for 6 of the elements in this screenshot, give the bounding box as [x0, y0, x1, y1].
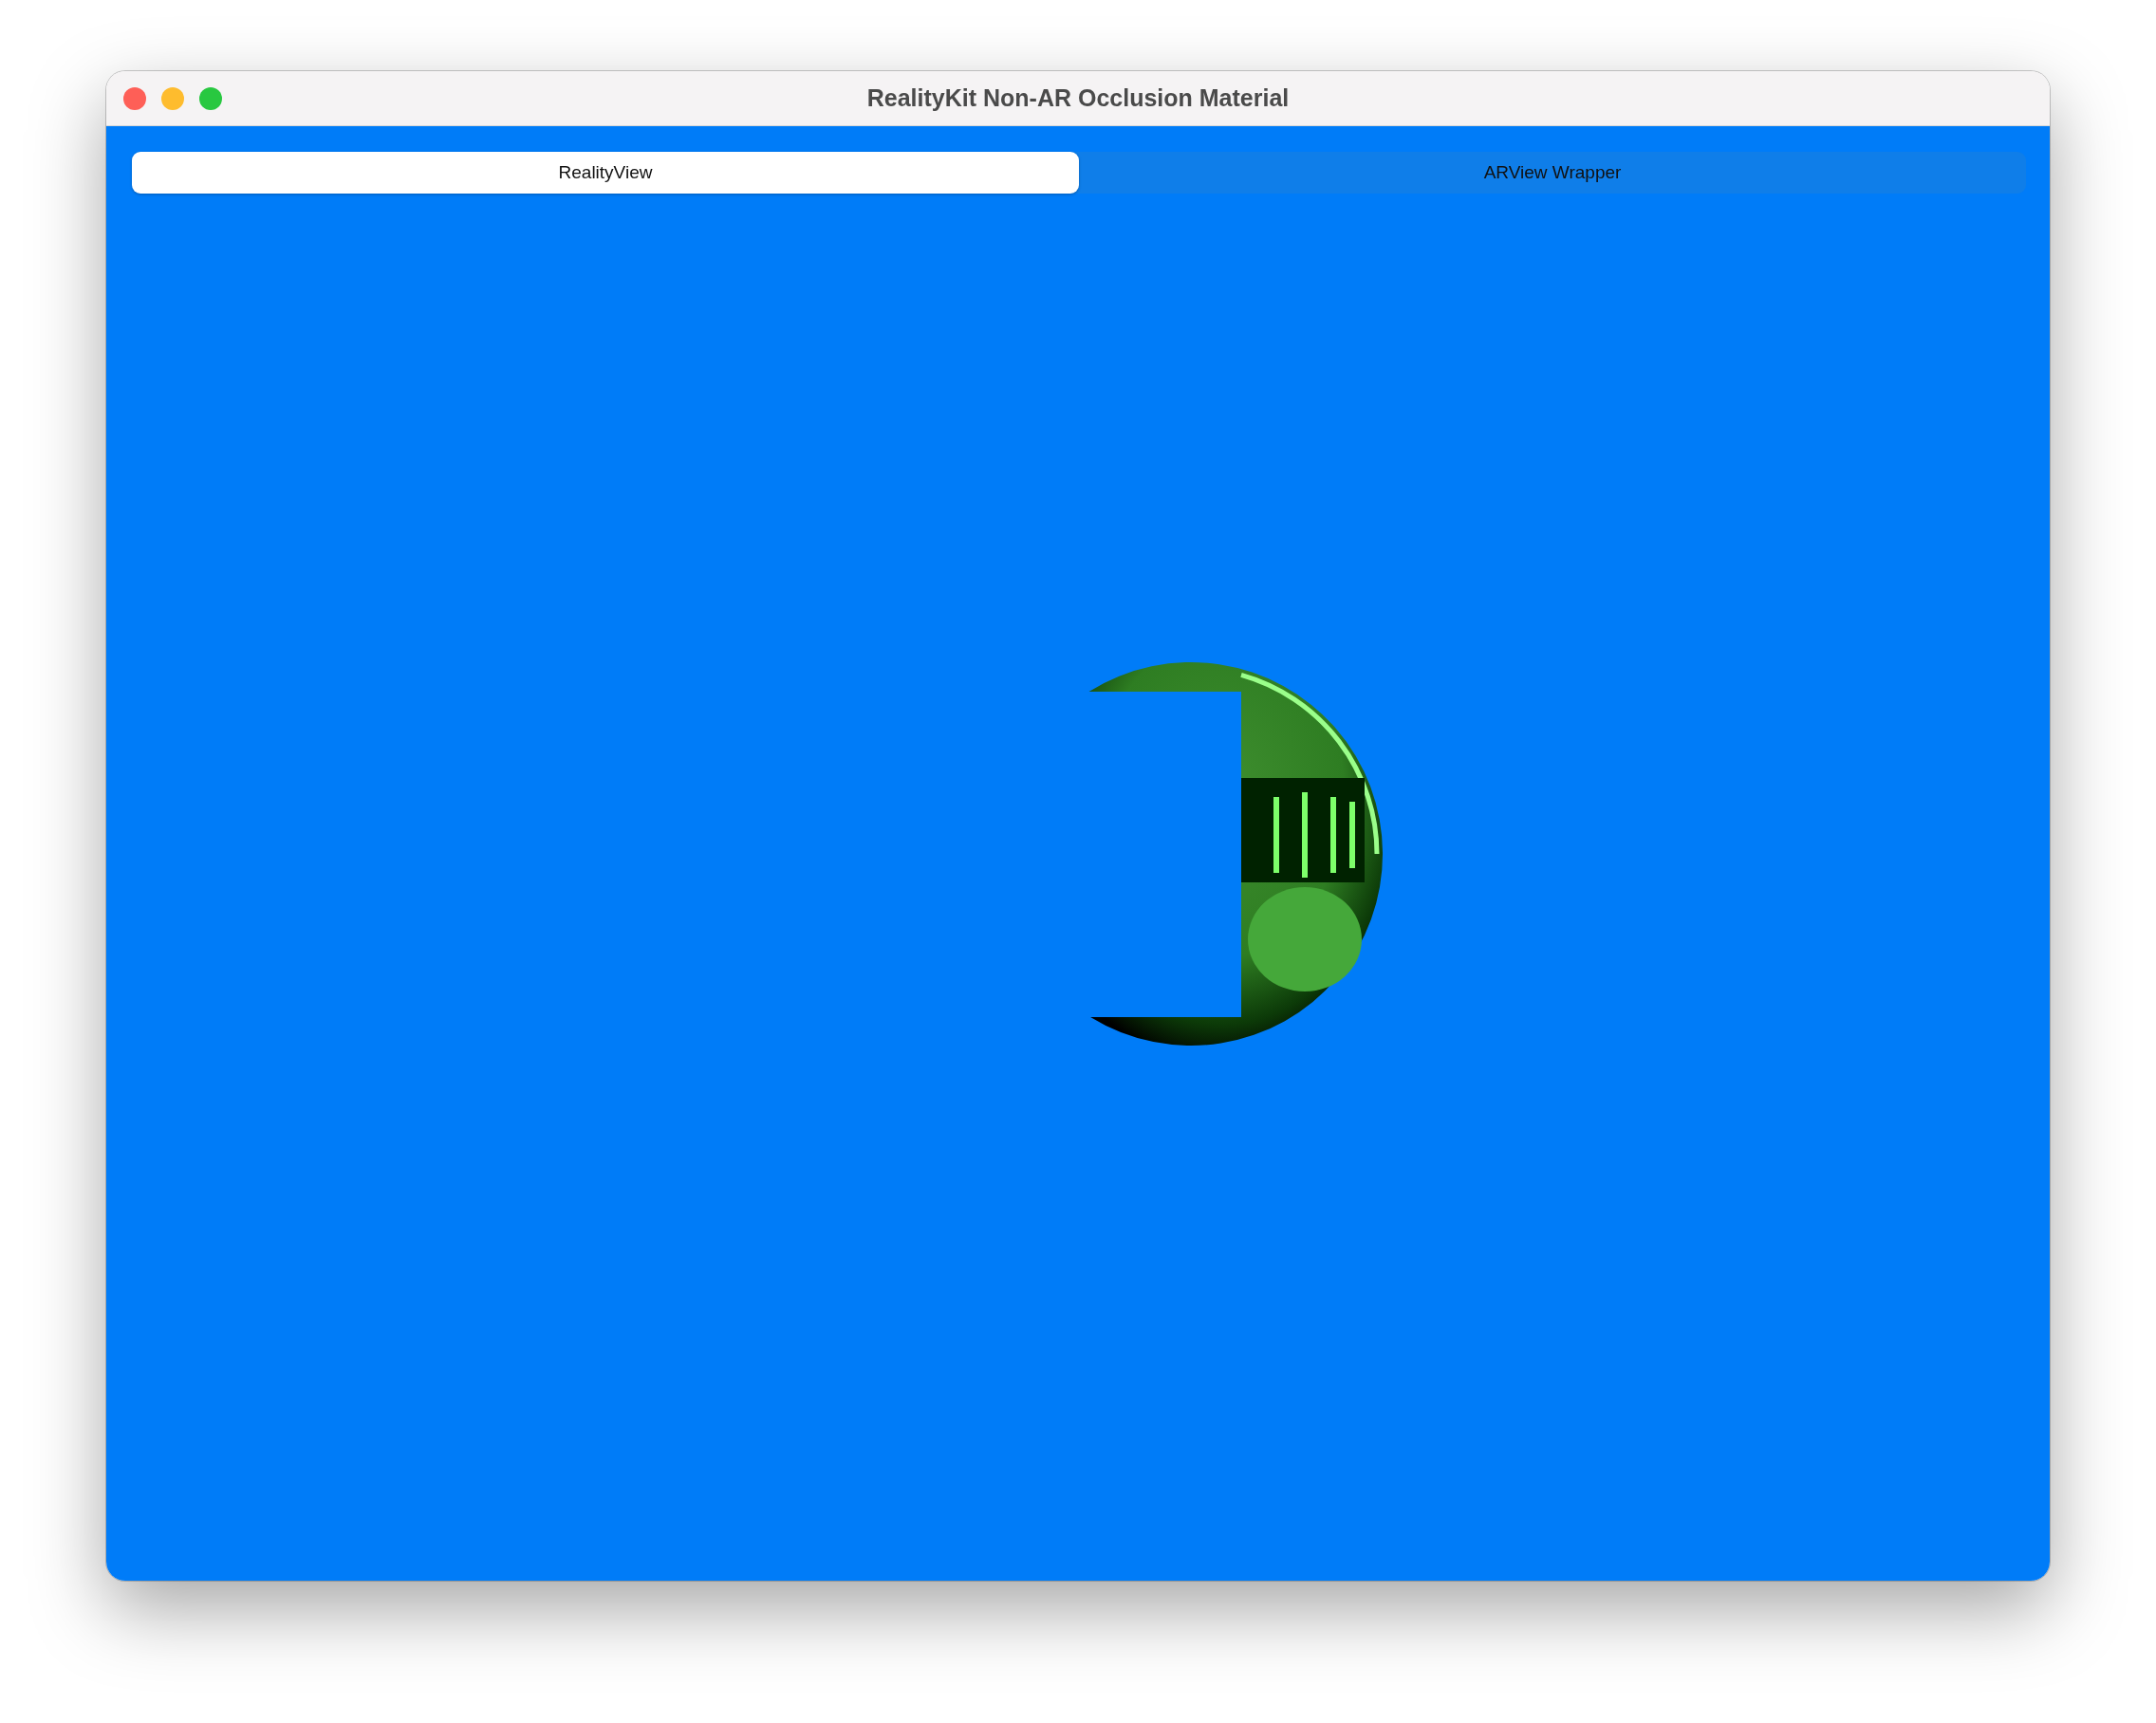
tab[interactable]: RealityView [132, 152, 1079, 194]
window-title: RealityKit Non-AR Occlusion Material [866, 84, 1290, 112]
zoom-button[interactable] [199, 86, 222, 110]
minimize-button[interactable] [161, 86, 184, 110]
close-button[interactable] [123, 86, 146, 110]
tab[interactable]: ARView Wrapper [1079, 152, 2026, 194]
